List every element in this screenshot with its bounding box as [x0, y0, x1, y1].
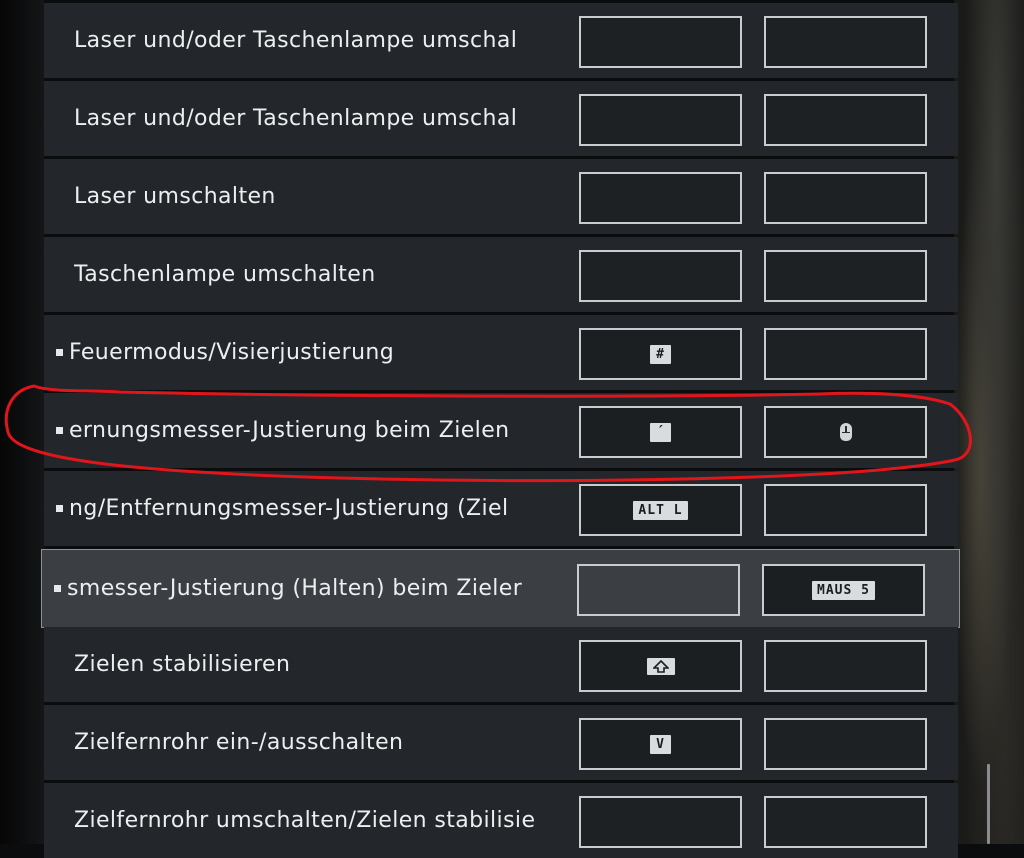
keybinding-row[interactable]: Zielen stabilisieren	[44, 627, 958, 702]
secondary-key-slot[interactable]	[764, 406, 927, 458]
primary-key-slot[interactable]: ´	[579, 406, 742, 458]
keycap: ALT L	[633, 500, 688, 520]
keybinding-row-selected[interactable]: smesser-Justierung (Halten) beim Zieler …	[41, 549, 960, 628]
modified-marker	[56, 427, 63, 434]
modified-marker	[56, 349, 63, 356]
action-label: Zielfernrohr ein-/ausschalten	[74, 730, 404, 755]
action-label: smesser-Justierung (Halten) beim Zieler	[54, 550, 554, 627]
primary-key-slot[interactable]: #	[579, 328, 742, 380]
secondary-key-slot[interactable]	[764, 796, 927, 848]
keybinding-list: Laser und/oder Taschenlampe umschal Lase…	[41, 0, 960, 858]
secondary-key-slot[interactable]	[764, 640, 927, 692]
modified-marker	[54, 585, 61, 592]
action-label: Taschenlampe umschalten	[74, 262, 376, 287]
action-label: ernungsmesser-Justierung beim Zielen	[56, 393, 556, 468]
action-label: ng/Entfernungsmesser-Justierung (Ziel	[56, 471, 556, 546]
secondary-key-slot[interactable]	[764, 250, 927, 302]
keycap: V	[650, 734, 671, 754]
keycap: #	[650, 344, 671, 364]
action-label: Laser umschalten	[74, 184, 276, 209]
keybinding-row[interactable]: Taschenlampe umschalten	[44, 237, 958, 312]
scrollbar[interactable]	[987, 764, 990, 844]
primary-key-slot[interactable]	[579, 796, 742, 848]
secondary-key-slot[interactable]	[764, 94, 927, 146]
primary-key-slot[interactable]	[579, 250, 742, 302]
left-background	[0, 0, 44, 844]
keybinding-row[interactable]: Laser und/oder Taschenlampe umschal	[44, 81, 958, 156]
primary-key-slot[interactable]	[579, 172, 742, 224]
shift-icon	[646, 657, 675, 675]
secondary-key-slot[interactable]	[764, 172, 927, 224]
secondary-key-slot[interactable]	[764, 328, 927, 380]
keybinding-row[interactable]: Laser und/oder Taschenlampe umschal	[44, 3, 958, 78]
secondary-key-slot[interactable]	[764, 16, 927, 68]
action-label: Laser und/oder Taschenlampe umschal	[74, 28, 518, 53]
primary-key-slot[interactable]: ALT L	[579, 484, 742, 536]
primary-key-slot[interactable]	[579, 94, 742, 146]
keycap: MAUS 5	[812, 580, 875, 600]
secondary-key-slot[interactable]: MAUS 5	[762, 564, 925, 616]
keybinding-row[interactable]: ng/Entfernungsmesser-Justierung (Ziel AL…	[44, 471, 958, 546]
keycap: ´	[650, 422, 671, 442]
keybinding-row[interactable]: ernungsmesser-Justierung beim Zielen ´	[44, 393, 958, 468]
primary-key-slot[interactable]	[579, 16, 742, 68]
action-label: Zielen stabilisieren	[74, 652, 291, 677]
secondary-key-slot[interactable]	[764, 484, 927, 536]
keybinding-row[interactable]: Laser umschalten	[44, 159, 958, 234]
keybinding-row[interactable]: Zielfernrohr umschalten/Zielen stabilisi…	[44, 783, 958, 858]
action-label: Zielfernrohr umschalten/Zielen stabilisi…	[74, 808, 536, 833]
mouse-icon	[839, 423, 852, 441]
secondary-key-slot[interactable]	[764, 718, 927, 770]
action-label: Laser und/oder Taschenlampe umschal	[74, 106, 518, 131]
primary-key-slot[interactable]: V	[579, 718, 742, 770]
modified-marker	[56, 505, 63, 512]
keybinding-row[interactable]: Zielfernrohr ein-/ausschalten V	[44, 705, 958, 780]
right-background-art	[954, 0, 1024, 844]
primary-key-slot[interactable]	[579, 640, 742, 692]
action-label: Feuermodus/Visierjustierung	[56, 315, 556, 390]
primary-key-slot[interactable]	[577, 564, 740, 616]
keybinding-row[interactable]: Feuermodus/Visierjustierung #	[44, 315, 958, 390]
